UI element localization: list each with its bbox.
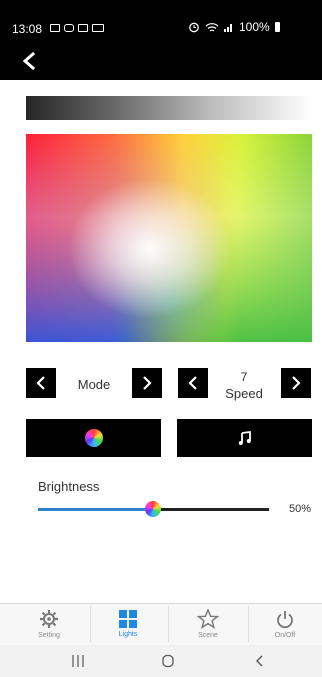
back-button[interactable] bbox=[22, 51, 42, 74]
power-icon bbox=[277, 611, 293, 629]
chevron-right-icon bbox=[143, 376, 152, 390]
music-mode-button[interactable] bbox=[177, 419, 312, 457]
brightness-label: Brightness bbox=[38, 479, 100, 494]
recent-apps-icon bbox=[72, 655, 84, 667]
nav-scene-label: Scene bbox=[198, 632, 218, 639]
color-wheel-icon bbox=[84, 429, 103, 447]
brightness-slider-thumb[interactable] bbox=[145, 501, 161, 517]
nav-scene[interactable]: Scene bbox=[168, 603, 248, 645]
nav-lights[interactable]: Lights bbox=[88, 603, 168, 645]
mode-next-button[interactable] bbox=[132, 368, 162, 398]
brightness-slider-fill[interactable] bbox=[38, 508, 153, 511]
message-icon bbox=[64, 24, 74, 32]
screen-icon bbox=[92, 24, 104, 32]
status-right: 100% bbox=[188, 20, 280, 34]
notification-icons bbox=[50, 23, 104, 33]
music-note-icon bbox=[238, 430, 251, 445]
star-icon bbox=[197, 609, 219, 629]
white-level-bar[interactable] bbox=[26, 96, 312, 120]
color-picker[interactable] bbox=[26, 134, 312, 342]
nav-setting-label: Setting bbox=[38, 632, 60, 639]
alarm-icon bbox=[189, 22, 199, 33]
wifi-icon bbox=[205, 22, 219, 32]
mode-prev-button[interactable] bbox=[26, 368, 56, 398]
signal-icon bbox=[224, 24, 232, 32]
nav-setting[interactable]: Setting bbox=[0, 603, 98, 645]
color-mode-button[interactable] bbox=[26, 419, 161, 457]
speed-prev-button[interactable] bbox=[178, 368, 208, 398]
chevron-left-icon bbox=[188, 376, 197, 390]
chevron-right-icon bbox=[292, 376, 301, 390]
chevron-left-icon bbox=[256, 655, 263, 667]
nav-onoff-label: On/Off bbox=[274, 632, 296, 639]
gallery-icon bbox=[78, 24, 88, 32]
brightness-value: 50% bbox=[289, 503, 312, 515]
speed-label: Speed bbox=[225, 386, 263, 401]
home-button[interactable] bbox=[156, 651, 180, 671]
chevron-left-icon bbox=[22, 51, 36, 71]
home-icon bbox=[162, 654, 174, 668]
chevron-left-icon bbox=[36, 376, 45, 390]
nav-onoff[interactable]: On/Off bbox=[248, 603, 322, 645]
speed-value: 7 bbox=[240, 370, 248, 384]
nav-lights-label: Lights bbox=[118, 631, 138, 638]
battery-text: 100% bbox=[239, 20, 270, 34]
brightness-slider-track[interactable] bbox=[153, 508, 269, 511]
speed-next-button[interactable] bbox=[281, 368, 311, 398]
app-bar bbox=[0, 46, 322, 80]
battery-icon bbox=[274, 22, 280, 32]
system-back-button[interactable] bbox=[248, 651, 272, 671]
gear-icon bbox=[40, 610, 58, 628]
image-icon bbox=[50, 24, 60, 32]
recent-apps-button[interactable] bbox=[66, 651, 90, 671]
status-time: 13:08 bbox=[12, 22, 43, 36]
grid-icon bbox=[119, 610, 137, 628]
mode-label: Mode bbox=[77, 377, 111, 392]
